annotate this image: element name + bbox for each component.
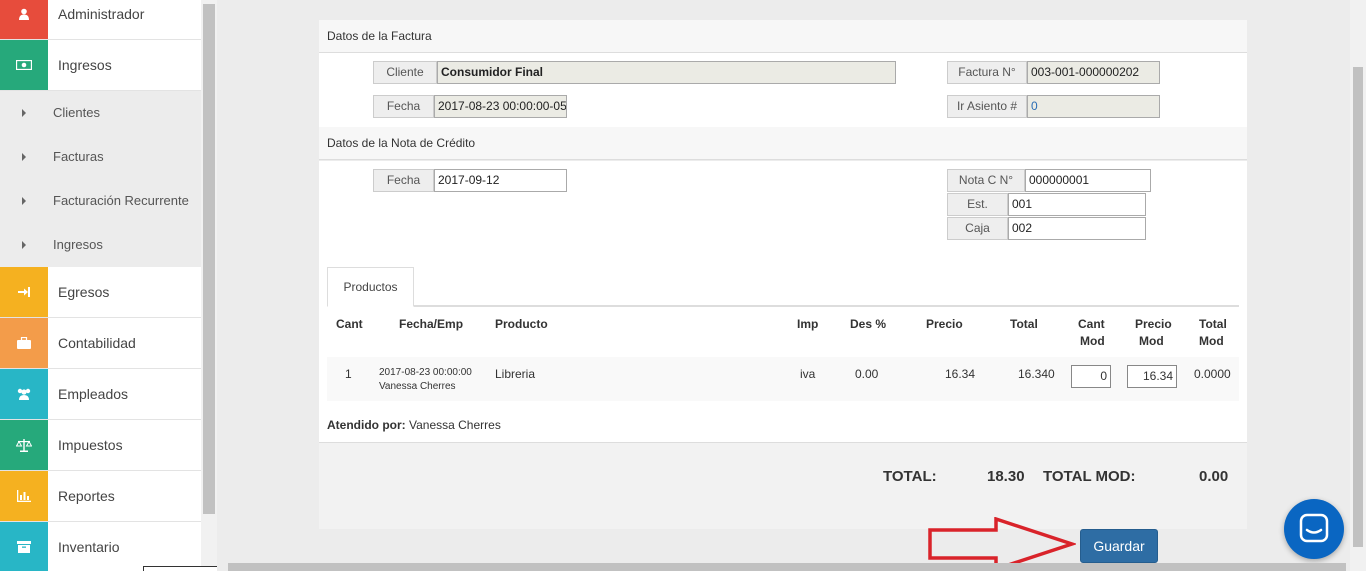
row-total: 16.340 bbox=[1018, 367, 1055, 381]
scrollbar-thumb[interactable] bbox=[1353, 67, 1363, 547]
row-cant: 1 bbox=[345, 367, 352, 381]
total-value: 18.30 bbox=[987, 468, 1025, 485]
scrollbar-thumb[interactable] bbox=[203, 4, 215, 514]
sidebar-item-label: Ingresos bbox=[58, 57, 112, 73]
atendido-por: Atendido por: Vanessa Cherres bbox=[319, 403, 1247, 443]
cant-mod-input[interactable]: 0 bbox=[1071, 365, 1111, 388]
col-header-precio-mod: Precio Mod bbox=[1135, 317, 1172, 348]
sidebar-subitem-label: Clientes bbox=[53, 105, 100, 120]
fecha-nota-field[interactable]: 2017-09-12 bbox=[434, 169, 567, 192]
atendido-label: Atendido por: bbox=[327, 418, 406, 432]
totals-panel bbox=[319, 443, 1247, 529]
nota-numero-label: Nota C N° bbox=[947, 169, 1025, 192]
sidebar-scrollbar[interactable] bbox=[201, 0, 217, 571]
sidebar-bottom-tab bbox=[143, 566, 219, 571]
sidebar-subitem-ingresos[interactable]: Ingresos bbox=[0, 223, 201, 267]
sidebar-item-administrador[interactable]: Administrador bbox=[0, 0, 201, 40]
guardar-button[interactable]: Guardar bbox=[1080, 529, 1158, 563]
total-label: TOTAL: bbox=[883, 468, 937, 485]
sidebar-subitem-label: Facturación Recurrente bbox=[53, 193, 189, 208]
row-producto: Libreria bbox=[495, 367, 536, 381]
row-precio: 16.34 bbox=[945, 367, 976, 381]
col-header-imp: Imp bbox=[797, 317, 819, 331]
col-header-total: Total bbox=[1010, 317, 1038, 331]
sidebar-item-label: Administrador bbox=[58, 6, 145, 22]
page-scrollbar[interactable] bbox=[1350, 0, 1366, 571]
money-icon bbox=[0, 40, 48, 90]
caret-right-icon bbox=[22, 197, 26, 205]
fecha-nota-label: Fecha bbox=[373, 169, 434, 192]
est-label: Est. bbox=[947, 193, 1008, 216]
total-mod-value: 0.00 bbox=[1199, 468, 1229, 485]
caret-right-icon bbox=[22, 109, 26, 117]
fecha-factura-field[interactable]: 2017-08-23 00:00:00-05 bbox=[434, 95, 567, 118]
sidebar-subitem-facturas[interactable]: Facturas bbox=[0, 135, 201, 179]
sidebar-item-empleados[interactable]: Empleados bbox=[0, 369, 201, 420]
cliente-label: Cliente bbox=[373, 61, 437, 84]
col-header-producto: Producto bbox=[495, 317, 548, 331]
sidebar-item-inventario[interactable]: Inventario bbox=[0, 522, 201, 571]
chat-widget-button[interactable] bbox=[1284, 499, 1344, 559]
factura-numero-label: Factura N° bbox=[947, 61, 1027, 84]
col-header-total-mod: Total Mod bbox=[1199, 317, 1227, 348]
chat-icon bbox=[1299, 513, 1329, 543]
sidebar-item-label: Inventario bbox=[58, 539, 120, 555]
sidebar-item-ingresos[interactable]: Ingresos bbox=[0, 40, 201, 91]
sidebar-subitem-label: Facturas bbox=[53, 149, 104, 164]
horizontal-scrollbar[interactable] bbox=[228, 563, 1346, 571]
bar-chart-icon bbox=[0, 471, 48, 521]
total-mod-label: TOTAL MOD: bbox=[1043, 468, 1136, 485]
precio-mod-input[interactable]: 16.34 bbox=[1127, 365, 1177, 388]
sign-in-icon bbox=[0, 267, 48, 317]
archive-icon bbox=[0, 522, 48, 571]
row-des: 0.00 bbox=[855, 367, 879, 381]
sidebar-item-label: Contabilidad bbox=[58, 335, 136, 351]
sidebar-subitem-clientes[interactable]: Clientes bbox=[0, 91, 201, 135]
caret-right-icon bbox=[22, 153, 26, 161]
briefcase-icon bbox=[0, 318, 48, 368]
caja-label: Caja bbox=[947, 217, 1008, 240]
asiento-label: Ir Asiento # bbox=[947, 95, 1027, 118]
sidebar-item-label: Impuestos bbox=[58, 437, 123, 453]
sidebar-item-label: Egresos bbox=[58, 284, 110, 300]
col-header-des: Des % bbox=[850, 317, 887, 331]
sidebar-item-contabilidad[interactable]: Contabilidad bbox=[0, 318, 201, 369]
row-total-mod: 0.0000 bbox=[1194, 367, 1231, 381]
sidebar-item-reportes[interactable]: Reportes bbox=[0, 471, 201, 522]
fecha-label: Fecha bbox=[373, 95, 434, 118]
sidebar-item-label: Empleados bbox=[58, 386, 129, 402]
atendido-value: Vanessa Cherres bbox=[409, 418, 501, 432]
cliente-field[interactable]: Consumidor Final bbox=[437, 61, 896, 84]
section-title-factura: Datos de la Factura bbox=[319, 20, 1247, 53]
col-header-fecha-emp: Fecha/Emp bbox=[399, 317, 464, 331]
sidebar-item-egresos[interactable]: Egresos bbox=[0, 267, 201, 318]
est-field[interactable]: 001 bbox=[1008, 193, 1146, 216]
sidebar-subitem-label: Ingresos bbox=[53, 237, 103, 252]
tab-divider bbox=[327, 305, 1239, 307]
row-empleado: Vanessa Cherres bbox=[379, 381, 456, 392]
nota-numero-field[interactable]: 000000001 bbox=[1025, 169, 1151, 192]
section-title-nota: Datos de la Nota de Crédito bbox=[319, 127, 1247, 160]
asiento-link[interactable]: 0 bbox=[1027, 95, 1160, 118]
col-header-cant-mod: Cant Mod bbox=[1078, 317, 1105, 348]
user-icon bbox=[0, 0, 48, 39]
col-header-cant: Cant bbox=[336, 317, 363, 331]
balance-scale-icon bbox=[0, 420, 48, 470]
caja-field[interactable]: 002 bbox=[1008, 217, 1146, 240]
row-imp: iva bbox=[800, 367, 816, 381]
row-fecha: 2017-08-23 00:00:00 bbox=[379, 367, 472, 378]
sidebar: Administrador Ingresos Clientes Facturas… bbox=[0, 0, 201, 571]
col-header-precio: Precio bbox=[926, 317, 963, 331]
tab-productos[interactable]: Productos bbox=[327, 267, 414, 307]
users-icon bbox=[0, 369, 48, 419]
caret-right-icon bbox=[22, 241, 26, 249]
sidebar-subitem-facturacion-recurrente[interactable]: Facturación Recurrente bbox=[0, 179, 201, 223]
sidebar-item-label: Reportes bbox=[58, 488, 115, 504]
factura-numero-field[interactable]: 003-001-000000202 bbox=[1027, 61, 1160, 84]
sidebar-item-impuestos[interactable]: Impuestos bbox=[0, 420, 201, 471]
